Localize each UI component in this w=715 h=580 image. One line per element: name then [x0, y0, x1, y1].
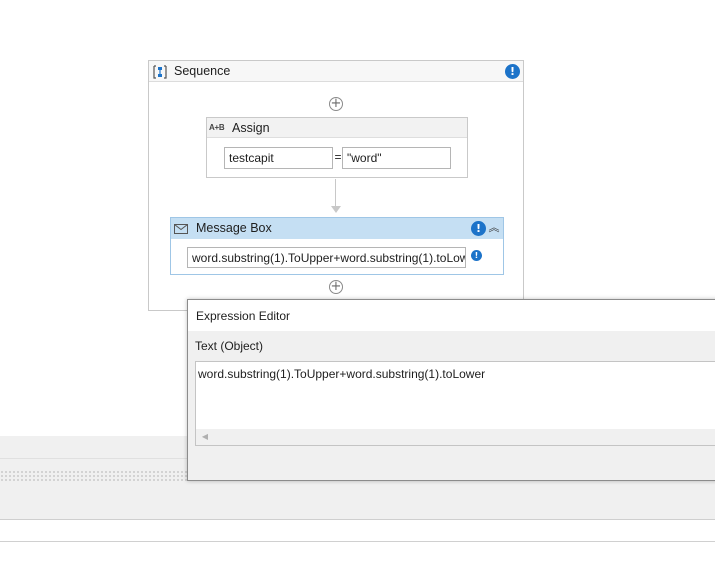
- assign-value-field[interactable]: "word": [342, 147, 451, 169]
- sequence-icon: [153, 65, 167, 79]
- message-text-field[interactable]: word.substring(1).ToUpper+word.substring…: [187, 247, 466, 268]
- panel-divider-bottom: [0, 541, 715, 542]
- message-box-header[interactable]: Message Box ! ︽: [171, 218, 503, 239]
- scroll-left-icon[interactable]: ◀: [200, 432, 210, 442]
- assign-title: Assign: [232, 121, 270, 135]
- field-warning-icon[interactable]: !: [471, 250, 482, 261]
- sequence-title: Sequence: [174, 64, 231, 78]
- message-icon: [174, 224, 188, 234]
- validation-warning-icon[interactable]: !: [471, 221, 486, 236]
- expression-text[interactable]: word.substring(1).ToUpper+word.substring…: [198, 367, 485, 381]
- horizontal-scrollbar[interactable]: ◀: [196, 429, 715, 445]
- sequence-header[interactable]: Sequence !: [149, 61, 523, 82]
- sequence-activity[interactable]: Sequence ! + A+B Assign testcapit = "wor…: [148, 60, 524, 311]
- expression-editor-dialog[interactable]: Expression Editor Text (Object) word.sub…: [187, 299, 715, 481]
- message-box-title: Message Box: [196, 221, 272, 235]
- collapse-icon[interactable]: ︽: [487, 221, 501, 235]
- add-activity-icon[interactable]: +: [329, 280, 343, 294]
- dialog-title: Expression Editor: [196, 309, 291, 323]
- add-activity-icon[interactable]: +: [329, 97, 343, 111]
- expression-label: Text (Object): [195, 339, 264, 353]
- assign-header[interactable]: A+B Assign: [207, 118, 467, 138]
- assign-activity[interactable]: A+B Assign testcapit = "word": [206, 117, 468, 178]
- message-box-activity[interactable]: Message Box ! ︽ word.substring(1).ToUppe…: [170, 217, 504, 275]
- assign-to-field[interactable]: testcapit: [224, 147, 333, 169]
- flow-connector: [335, 179, 336, 207]
- expression-textarea[interactable]: word.substring(1).ToUpper+word.substring…: [195, 361, 715, 446]
- assign-icon: A+B: [209, 123, 225, 132]
- flow-arrow-icon: [331, 206, 341, 213]
- dialog-titlebar[interactable]: Expression Editor: [188, 300, 715, 331]
- validation-warning-icon[interactable]: !: [505, 64, 520, 79]
